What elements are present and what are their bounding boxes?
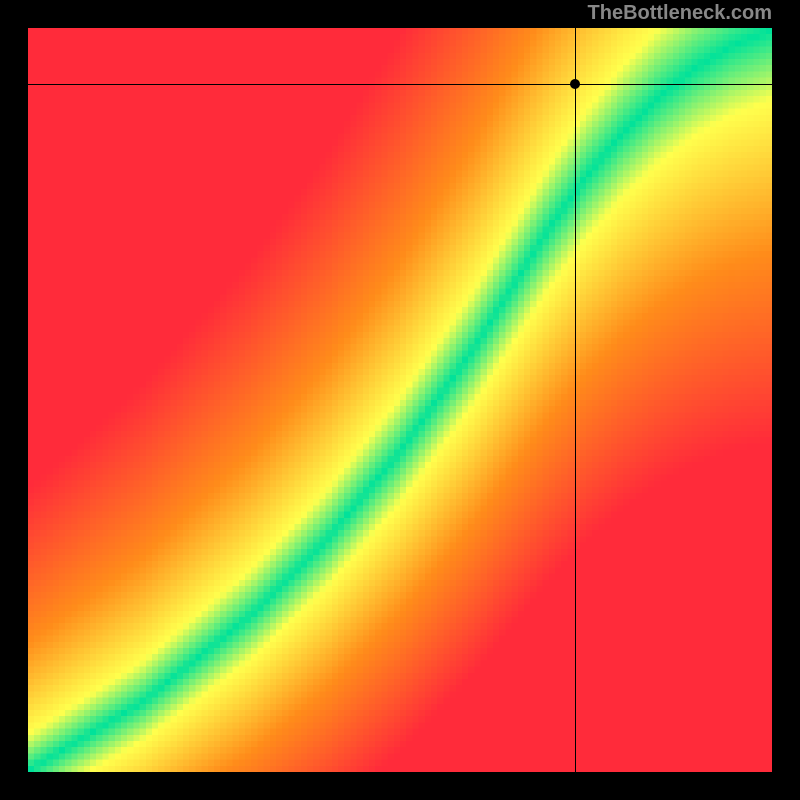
heatmap-canvas	[28, 28, 772, 772]
crosshair-vertical	[575, 28, 576, 772]
attribution-text: TheBottleneck.com	[588, 2, 772, 25]
crosshair-horizontal	[28, 84, 772, 85]
heatmap-plot	[28, 28, 772, 772]
selection-marker-dot	[570, 79, 580, 89]
